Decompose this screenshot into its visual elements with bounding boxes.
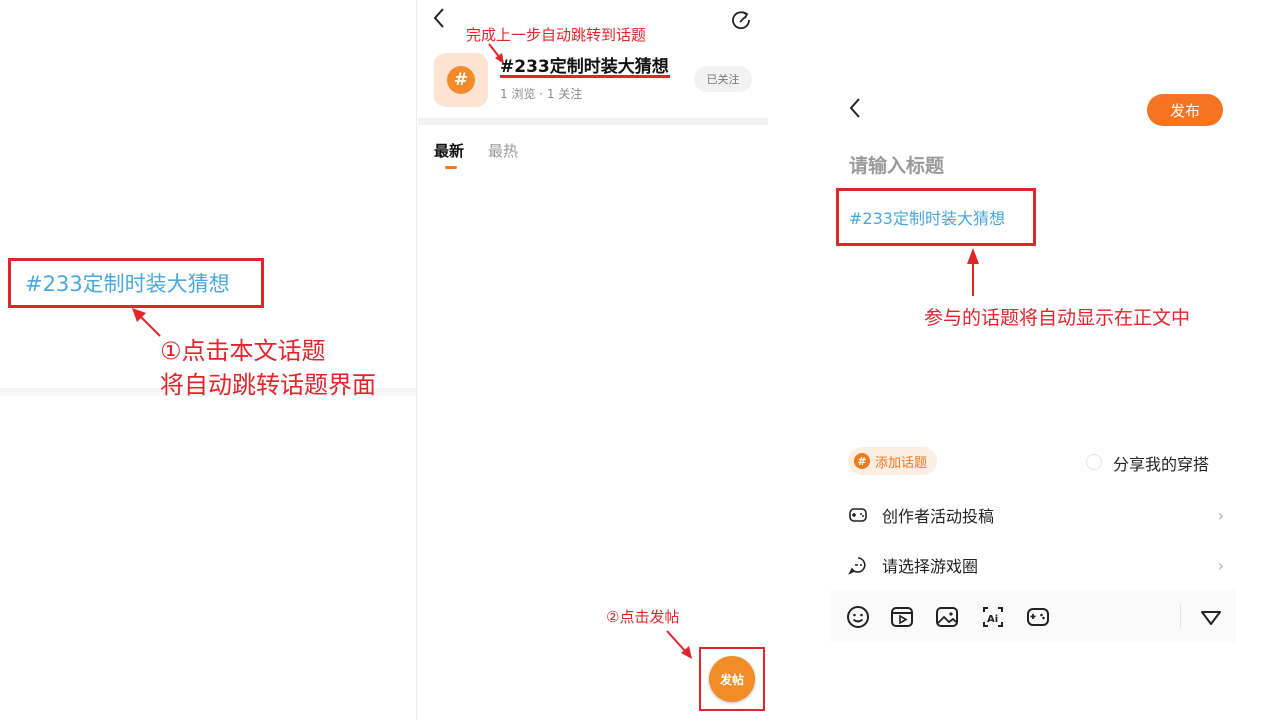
creator-activity-label: 创作者活动投稿 [882,507,995,526]
tab-indicator [445,166,457,169]
back-button[interactable] [848,96,862,126]
tab-newest[interactable]: 最新 [434,140,464,161]
add-topic-button[interactable]: # 添加话题 [848,447,938,475]
editor-toolbar: Ai [830,590,1236,642]
svg-text:Ai: Ai [987,614,998,625]
title-input[interactable]: 请输入标题 [849,151,944,178]
gamepad-icon [849,508,867,522]
annotation-arrow [666,630,692,659]
follow-button[interactable]: 已关注 [694,66,752,92]
ai-icon[interactable]: Ai [980,604,1006,630]
chevron-right-icon: › [1217,555,1224,575]
add-topic-label: 添加话题 [875,455,928,471]
topic-stats: 1 浏览 · 1 关注 [500,87,583,101]
chevron-left-icon [849,98,860,118]
game-circle-icon [848,557,866,575]
gamepad-icon[interactable] [1025,604,1051,630]
share-icon[interactable] [732,10,752,30]
publish-button[interactable]: 发布 [1147,94,1223,126]
annotation-arrow [967,248,979,296]
hash-icon: # [447,66,475,94]
step1-line2: 将自动跳转话题界面 [160,371,376,399]
topic-avatar: # [434,53,488,107]
share-outfit-checkbox[interactable] [1086,454,1102,470]
step2-annotation: ②点击发帖 [606,608,680,626]
chevron-left-icon [433,8,444,28]
body-topic-tag[interactable]: #233定制时装大猜想 [849,205,1005,229]
body-topic-highlight: #233定制时装大猜想 [836,188,1036,246]
game-circle-label: 请选择游戏圈 [882,557,979,576]
post-button[interactable]: 发帖 [709,656,755,702]
section-divider [418,118,768,125]
toolbar-divider [1180,604,1181,628]
step1-annotation: ①点击本文话题 将自动跳转话题界面 [160,334,376,402]
step1-line1: ①点击本文话题 [160,337,326,365]
emoji-icon[interactable] [845,604,871,630]
back-button[interactable] [432,6,446,36]
tab-hottest[interactable]: 最热 [488,140,518,161]
topic-link-highlight[interactable]: #233定制时装大猜想 [8,258,264,308]
hash-icon: # [854,453,870,469]
topic-title: #233定制时装大猜想 [500,57,669,77]
image-icon[interactable] [934,604,960,630]
panel-divider [416,0,417,720]
collapse-icon[interactable] [1198,604,1224,630]
share-outfit-label[interactable]: 分享我的穿搭 [1113,451,1209,475]
creator-activity-row[interactable]: 创作者活动投稿 › [848,500,1224,530]
annotation-arrow [132,308,161,337]
post-button-highlight[interactable]: 发帖 [699,647,765,711]
chevron-right-icon: › [1217,505,1224,525]
title-underline [500,75,670,78]
video-icon[interactable] [889,604,915,630]
topic-link[interactable]: #233定制时装大猜想 [25,268,230,298]
game-circle-row[interactable]: 请选择游戏圈 › [848,550,1224,580]
auto-display-annotation: 参与的话题将自动显示在正文中 [924,307,1191,329]
